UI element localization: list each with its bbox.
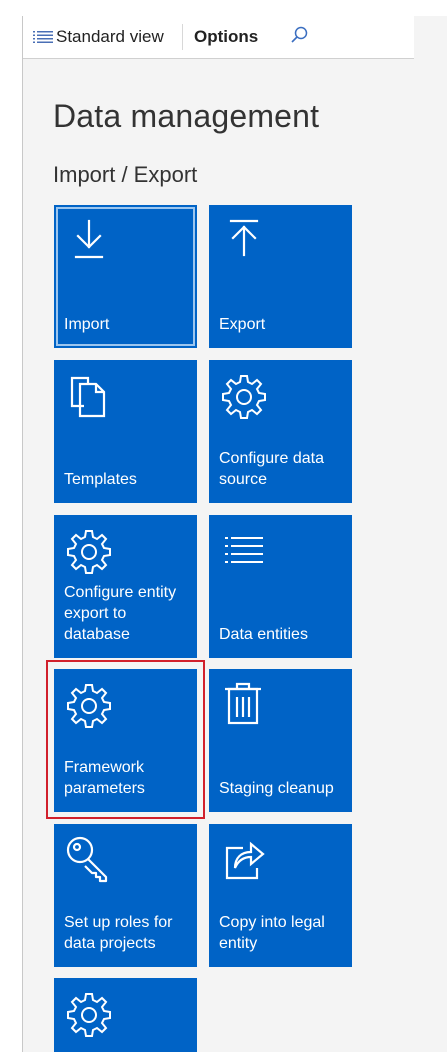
right-panel bbox=[414, 16, 447, 1052]
search-icon bbox=[289, 25, 309, 50]
tile-configure-entity-export[interactable]: Configure entity export to database bbox=[54, 515, 197, 658]
tile-copy-into-legal-entity[interactable]: Copy into legal entity bbox=[209, 824, 352, 967]
tile-label: Copy into legal entity bbox=[219, 914, 325, 952]
left-border bbox=[22, 16, 23, 1052]
gear-icon bbox=[64, 988, 114, 1038]
download-arrow-icon bbox=[64, 215, 114, 265]
options-tab[interactable]: Options bbox=[194, 16, 258, 58]
tile-import[interactable]: Import bbox=[54, 205, 197, 348]
hamburger-icon bbox=[33, 30, 53, 44]
upload-arrow-icon bbox=[219, 215, 269, 265]
standard-view-label: Standard view bbox=[56, 27, 164, 46]
standard-view-button[interactable]: Standard view bbox=[33, 16, 164, 58]
tile-label: Templates bbox=[64, 471, 137, 488]
tile-label: Staging cleanup bbox=[219, 780, 334, 797]
tile-export[interactable]: Export bbox=[209, 205, 352, 348]
documents-icon bbox=[64, 370, 114, 420]
tile-staging-cleanup[interactable]: Staging cleanup bbox=[209, 669, 352, 812]
section-title: Import / Export bbox=[53, 162, 198, 187]
action-bar-separator bbox=[182, 24, 183, 50]
share-icon bbox=[219, 834, 269, 884]
tile-configure-data-source[interactable]: Configure data source bbox=[209, 360, 352, 503]
gear-icon bbox=[219, 370, 269, 420]
list-icon bbox=[219, 525, 269, 575]
tile-label: Export bbox=[219, 316, 266, 333]
app-frame: Standard view Options Data management Im… bbox=[0, 0, 447, 1052]
tile-data-entities[interactable]: Data entities bbox=[209, 515, 352, 658]
page-title: Data management bbox=[53, 98, 320, 134]
highlight-box bbox=[46, 660, 205, 819]
tile-templates[interactable]: Templates bbox=[54, 360, 197, 503]
tile-label: Set up roles for data projects bbox=[64, 914, 173, 952]
tile-label: Configure data source bbox=[219, 450, 324, 488]
tile-label: Configure entity export to database bbox=[64, 584, 177, 643]
tile-label: Import bbox=[64, 316, 110, 333]
tile-set-up-roles[interactable]: Set up roles for data projects bbox=[54, 824, 197, 967]
action-bar: Standard view Options bbox=[23, 16, 414, 59]
tile-label: Data entities bbox=[219, 626, 308, 643]
gear-icon bbox=[64, 525, 114, 575]
search-button[interactable] bbox=[289, 16, 309, 58]
key-icon bbox=[64, 834, 114, 884]
trash-icon bbox=[219, 679, 269, 729]
tile-partial[interactable] bbox=[54, 978, 197, 1052]
